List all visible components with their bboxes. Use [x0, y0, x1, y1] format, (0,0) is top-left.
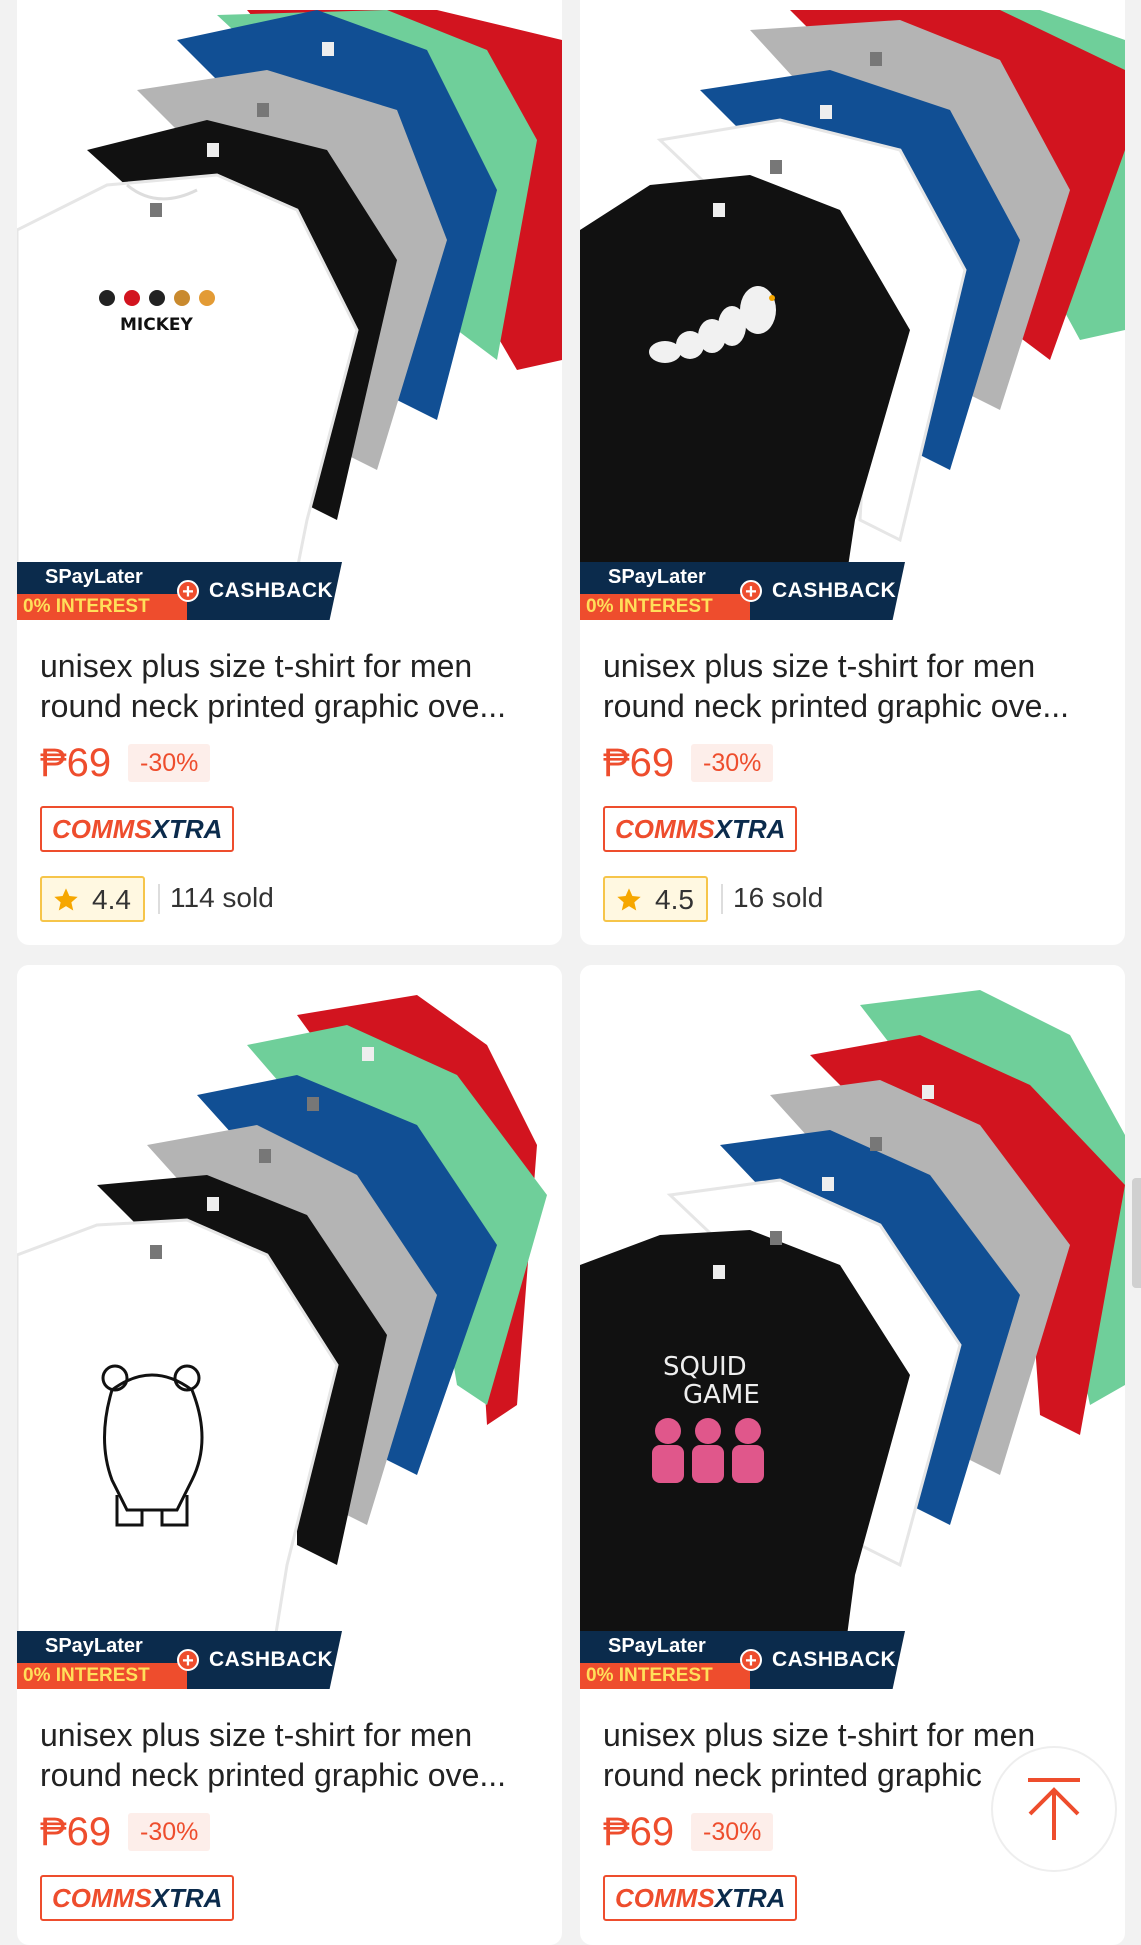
- voucher-badge: COMMSXTRA: [603, 806, 798, 852]
- spaylater-label: SPayLater: [608, 1635, 706, 1657]
- svg-text:GAME: GAME: [683, 1380, 760, 1410]
- scroll-to-top-button[interactable]: [993, 1748, 1115, 1870]
- side-handle[interactable]: [1132, 1178, 1141, 1288]
- voucher-badge: COMMSXTRA: [603, 1875, 798, 1921]
- interest-label: 0% INTEREST: [580, 594, 750, 620]
- spaylater-label: SPayLater: [45, 566, 143, 588]
- cashback-label: CASHBACK: [209, 1648, 334, 1671]
- divider: [158, 884, 160, 914]
- sold-count: 114 sold: [170, 882, 274, 913]
- tshirt-stack-cute-blobs-icon: [580, 10, 1125, 620]
- product-card[interactable]: SPayLater 0% INTEREST CASHBACK + unisex …: [580, 0, 1125, 945]
- tshirt-stack-mickey-icon: MICKEY: [17, 10, 562, 620]
- product-image[interactable]: MICKEY SPayLater 0% INTEREST CASHBACK +: [17, 0, 562, 620]
- plus-icon: +: [177, 1649, 199, 1671]
- tshirt-stack-squid-game-icon: SQUID GAME: [580, 990, 1125, 1689]
- spaylater-cashback-badge: SPayLater 0% INTEREST CASHBACK +: [580, 1631, 905, 1689]
- product-title[interactable]: unisex plus size t-shirt for men round n…: [603, 646, 1108, 726]
- rating-value: 4.5: [655, 884, 694, 915]
- discount-badge: -30%: [691, 1813, 774, 1851]
- spaylater-label: SPayLater: [45, 1635, 143, 1657]
- rating-badge: 4.5: [603, 876, 708, 922]
- svg-text:SQUID: SQUID: [663, 1352, 747, 1382]
- product-image[interactable]: SPayLater 0% INTEREST CASHBACK +: [580, 0, 1125, 620]
- interest-label: 0% INTEREST: [580, 1663, 750, 1689]
- product-image[interactable]: SPayLater 0% INTEREST CASHBACK +: [17, 965, 562, 1689]
- plus-icon: +: [740, 580, 762, 602]
- price: ₱69: [40, 1810, 112, 1854]
- cashback-label: CASHBACK: [772, 579, 897, 602]
- voucher-badge: COMMSXTRA: [40, 806, 235, 852]
- product-title[interactable]: unisex plus size t-shirt for men round n…: [40, 1715, 545, 1795]
- product-image[interactable]: SQUID GAME SPayLater 0% INTEREST CASHBAC…: [580, 965, 1125, 1689]
- discount-badge: -30%: [691, 744, 774, 782]
- cashback-label: CASHBACK: [772, 1648, 897, 1671]
- price: ₱69: [603, 741, 675, 785]
- rating-badge: 4.4: [40, 876, 145, 922]
- rating-value: 4.4: [92, 884, 131, 915]
- product-grid: MICKEY SPayLater 0% INTEREST CASHBACK + …: [0, 0, 1141, 1945]
- spaylater-cashback-badge: SPayLater 0% INTEREST CASHBACK +: [17, 562, 342, 620]
- price: ₱69: [603, 1810, 675, 1854]
- price: ₱69: [40, 741, 112, 785]
- star-icon: [54, 888, 78, 911]
- product-title[interactable]: unisex plus size t-shirt for men round n…: [40, 646, 545, 726]
- interest-label: 0% INTEREST: [17, 594, 187, 620]
- discount-badge: -30%: [128, 1813, 211, 1851]
- plus-icon: +: [177, 580, 199, 602]
- star-icon: [617, 888, 641, 911]
- product-card[interactable]: SPayLater 0% INTEREST CASHBACK + unisex …: [17, 965, 562, 1945]
- plus-icon: +: [740, 1649, 762, 1671]
- spaylater-cashback-badge: SPayLater 0% INTEREST CASHBACK +: [17, 1631, 342, 1689]
- arrow-up-to-top-icon: [1028, 1778, 1080, 1840]
- tshirt-stack-bear-icon: [17, 995, 547, 1689]
- spaylater-cashback-badge: SPayLater 0% INTEREST CASHBACK +: [580, 562, 905, 620]
- svg-text:MICKEY: MICKEY: [120, 315, 194, 335]
- sold-count: 16 sold: [733, 882, 824, 913]
- cashback-label: CASHBACK: [209, 579, 334, 602]
- interest-label: 0% INTEREST: [17, 1663, 187, 1689]
- spaylater-label: SPayLater: [608, 566, 706, 588]
- product-card[interactable]: MICKEY SPayLater 0% INTEREST CASHBACK + …: [17, 0, 562, 945]
- divider: [721, 884, 723, 914]
- discount-badge: -30%: [128, 744, 211, 782]
- voucher-badge: COMMSXTRA: [40, 1875, 235, 1921]
